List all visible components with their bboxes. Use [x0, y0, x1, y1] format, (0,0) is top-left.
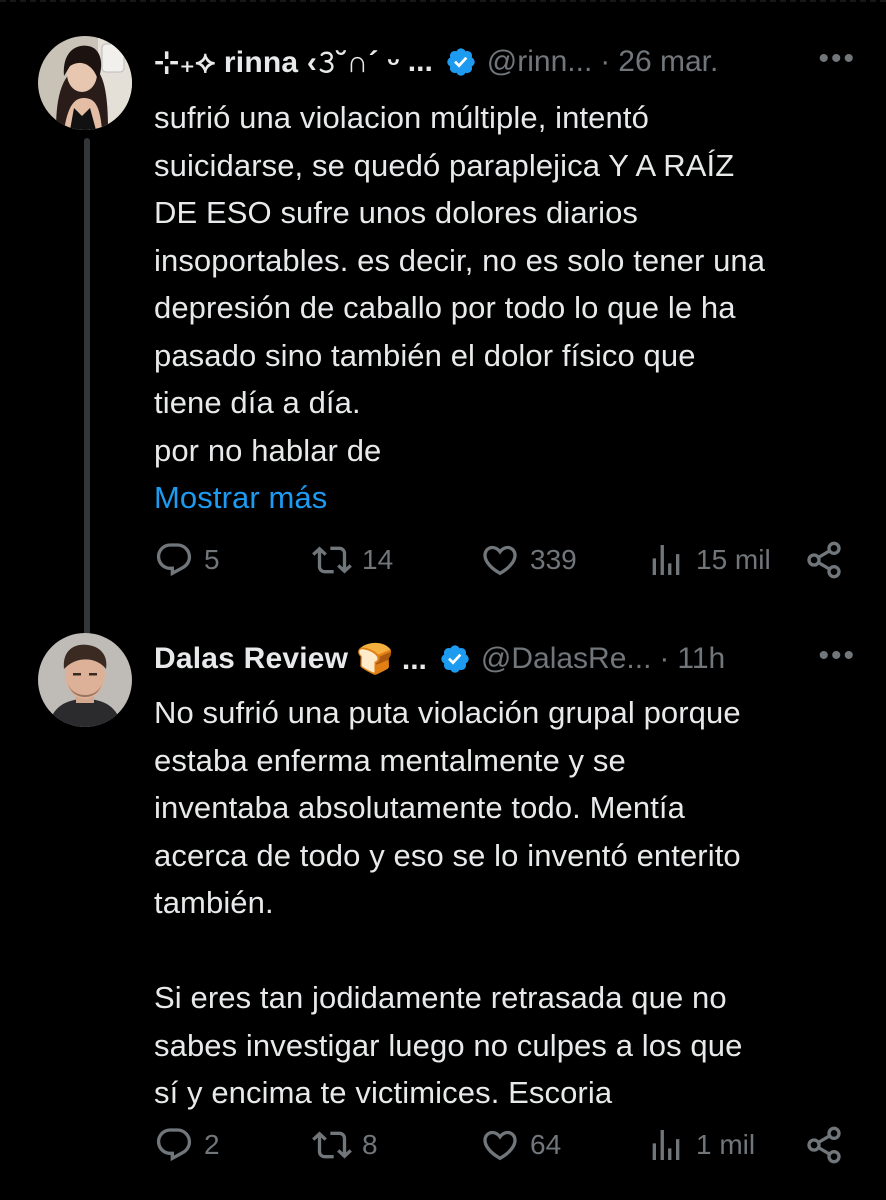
share-button[interactable]: [804, 538, 844, 582]
show-more-link[interactable]: Mostrar más: [154, 480, 327, 515]
separator-dot: ·: [600, 45, 611, 78]
more-options-icon[interactable]: •••: [818, 639, 856, 673]
display-name[interactable]: Dalas Review: [154, 642, 348, 676]
views-chart-icon: [652, 1130, 680, 1160]
separator-dot: ·: [659, 642, 670, 675]
tweet-actions: 2 8 64 1 mil: [154, 1123, 856, 1167]
reply-icon: [156, 1128, 192, 1162]
like-button[interactable]: 339: [480, 538, 577, 582]
repost-count: 14: [362, 544, 394, 575]
repost-icon: [312, 546, 352, 574]
tweet[interactable]: ⊹₊⟡ rinna ‹𝟹˘∩´ ᵕ ... @rinn... · 26 mar.…: [0, 30, 886, 638]
reply-count: 2: [204, 1129, 220, 1160]
top-border: [0, 0, 886, 10]
repost-button[interactable]: 14: [312, 538, 393, 582]
share-icon: [807, 541, 841, 579]
views-count: 15 mil: [696, 544, 771, 575]
display-name[interactable]: ⊹₊⟡ rinna ‹𝟹˘∩´ ᵕ: [154, 45, 400, 80]
reply-button[interactable]: 5: [154, 538, 220, 582]
heart-icon: [483, 1130, 517, 1161]
tweet-body-text: sufrió una violacion múltiple, intentó s…: [154, 100, 766, 468]
tweet-actions: 5 14 339 15 mil: [154, 538, 856, 582]
views-button[interactable]: 1 mil: [646, 1123, 755, 1167]
display-name-emoji-ellipsis: 🍞 ...: [356, 642, 427, 676]
views-count: 1 mil: [696, 1129, 756, 1160]
verified-badge-icon: [445, 46, 477, 78]
heart-icon: [483, 545, 517, 576]
avatar[interactable]: [38, 633, 132, 727]
tweet-header: ⊹₊⟡ rinna ‹𝟹˘∩´ ᵕ ... @rinn... · 26 mar.…: [154, 40, 856, 84]
views-chart-icon: [652, 545, 680, 575]
thread-connector-line: [84, 138, 90, 638]
repost-button[interactable]: 8: [312, 1123, 378, 1167]
user-handle[interactable]: @DalasRe...: [481, 642, 652, 676]
user-handle[interactable]: @rinn...: [487, 45, 592, 79]
views-button[interactable]: 15 mil: [646, 538, 771, 582]
tweet-text: sufrió una violacion múltiple, intentó s…: [154, 94, 856, 522]
repost-icon: [312, 1131, 352, 1159]
reply-button[interactable]: 2: [154, 1123, 220, 1167]
display-name-ellipsis: ...: [407, 45, 433, 78]
reply-count: 5: [204, 544, 220, 575]
tweet[interactable]: Dalas Review 🍞 ... @DalasRe... · 11h •••…: [0, 615, 886, 1200]
tweet-text: No sufrió una puta violación grupal porq…: [154, 695, 743, 1110]
timestamp[interactable]: 11h: [677, 642, 725, 676]
more-options-icon[interactable]: •••: [818, 42, 856, 76]
tweet-header: Dalas Review 🍞 ... @DalasRe... · 11h •••: [154, 637, 856, 681]
like-count: 339: [530, 544, 577, 575]
avatar[interactable]: [38, 36, 132, 130]
share-button[interactable]: [804, 1123, 844, 1167]
like-button[interactable]: 64: [480, 1123, 561, 1167]
verified-badge-icon: [439, 643, 471, 675]
share-icon: [807, 1126, 841, 1164]
timestamp[interactable]: 26 mar.: [618, 45, 718, 79]
repost-count: 8: [362, 1129, 378, 1160]
like-count: 64: [530, 1129, 562, 1160]
reply-icon: [156, 543, 192, 577]
